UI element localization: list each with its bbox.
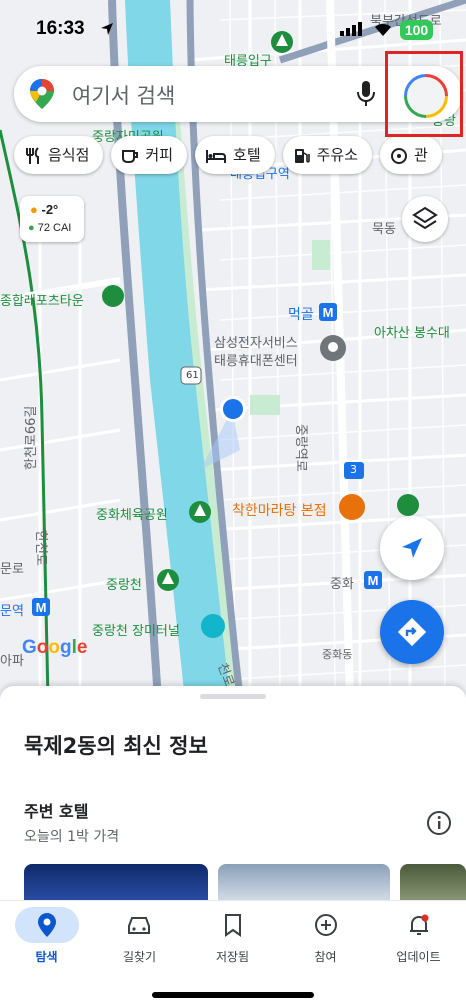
layers-icon <box>412 206 438 230</box>
chip-coffee[interactable]: 커피 <box>111 136 188 174</box>
map-label-park: 중화체육공원 <box>96 508 168 523</box>
bed-icon <box>206 149 227 163</box>
map-label-road: 한천로66길 <box>24 405 39 470</box>
location-arrow-icon <box>101 23 113 35</box>
fork-knife-icon <box>26 146 39 164</box>
explore-pin-icon <box>37 913 56 937</box>
info-icon[interactable] <box>426 810 452 836</box>
map-label-poi: 중랑천 장미터널 <box>92 624 180 639</box>
bell-icon <box>409 914 428 935</box>
map-label-poi: 아차산 봉수대 <box>374 326 450 341</box>
chip-gas-station[interactable]: 주유소 <box>282 136 373 174</box>
section-subtitle: 오늘의 1박 가격 <box>24 829 120 845</box>
map-label-area: 아파 <box>0 654 24 669</box>
directions-button[interactable] <box>380 600 444 664</box>
gas-pump-icon <box>294 148 310 163</box>
svg-text:M: M <box>36 600 47 615</box>
nav-directions[interactable]: 길찾기 <box>93 907 186 965</box>
car-icon <box>127 917 150 934</box>
map-label-poi: 중랑천 <box>106 578 142 593</box>
map-label-area: 문로 <box>0 562 24 577</box>
wifi-icon <box>375 23 391 36</box>
home-indicator <box>152 992 314 998</box>
hotel-photo[interactable] <box>218 864 390 904</box>
chip-hotel[interactable]: 호텔 <box>195 136 275 174</box>
chip-attractions[interactable]: 관 <box>380 136 442 174</box>
air-quality: ● 72 CAI <box>28 222 72 234</box>
weather-temp: ● -2° <box>30 202 59 217</box>
nav-contribute[interactable]: 참여 <box>279 907 372 965</box>
map-label-poi: 태릉휴대폰센터 <box>214 354 298 369</box>
sheet-title: 묵제2동의 최신 정보 <box>24 734 208 758</box>
hotel-photo[interactable] <box>24 864 208 904</box>
directions-icon <box>397 617 427 647</box>
weather-badge[interactable]: ● -2° ● 72 CAI <box>20 196 84 242</box>
road-shield: 3 <box>350 463 357 476</box>
status-time: 16:33 <box>36 18 85 39</box>
highlight-box <box>385 51 463 137</box>
hotel-photo[interactable] <box>400 864 466 904</box>
map-label-poi: 종합레포츠타운 <box>0 294 84 309</box>
cellular-signal-icon <box>340 22 362 36</box>
svg-text:M: M <box>323 305 334 320</box>
category-chips: 음식점 커피 호텔 주유소 관 <box>14 136 450 176</box>
coffee-icon <box>122 149 139 163</box>
nav-explore[interactable]: 탐색 <box>0 907 93 965</box>
map-label-area: 묵동 <box>372 222 396 237</box>
map-label-area: 중화동 <box>322 648 353 661</box>
map-label-poi: 삼성전자서비스 <box>214 336 298 351</box>
sun-icon: ● <box>30 202 38 217</box>
chip-restaurant[interactable]: 음식점 <box>14 136 104 174</box>
avatar[interactable] <box>404 74 448 118</box>
map-label-road: 중랑역로 <box>293 424 308 472</box>
map-label-station: 문역 <box>0 604 24 619</box>
my-location-button[interactable] <box>380 516 444 580</box>
nav-updates[interactable]: 업데이트 <box>372 907 465 965</box>
google-logo: Google <box>22 637 88 658</box>
section-title: 주변 호텔 <box>24 802 89 821</box>
road-shield: 61 <box>186 370 199 381</box>
aqi-dot-icon: ● <box>28 222 35 234</box>
attraction-icon <box>391 147 408 164</box>
nav-saved[interactable]: 저장됨 <box>186 907 279 965</box>
bookmark-icon <box>224 914 241 937</box>
navigation-arrow-icon <box>402 538 422 558</box>
map-label-road: 한천로 <box>33 530 48 566</box>
map-label-station: 먹골 <box>288 307 314 323</box>
google-maps-pin-icon <box>30 79 54 109</box>
svg-text:M: M <box>368 573 379 588</box>
sheet-drag-handle[interactable] <box>200 694 266 699</box>
plus-circle-icon <box>314 914 337 936</box>
battery-indicator: 100 <box>400 20 433 40</box>
map-label-station: 중화 <box>330 577 354 592</box>
layers-button[interactable] <box>402 196 448 242</box>
search-input[interactable]: 여기서 검색 <box>72 80 175 110</box>
map-label-restaurant: 착한마라탕 본점 <box>232 503 327 519</box>
microphone-icon[interactable] <box>356 80 376 108</box>
